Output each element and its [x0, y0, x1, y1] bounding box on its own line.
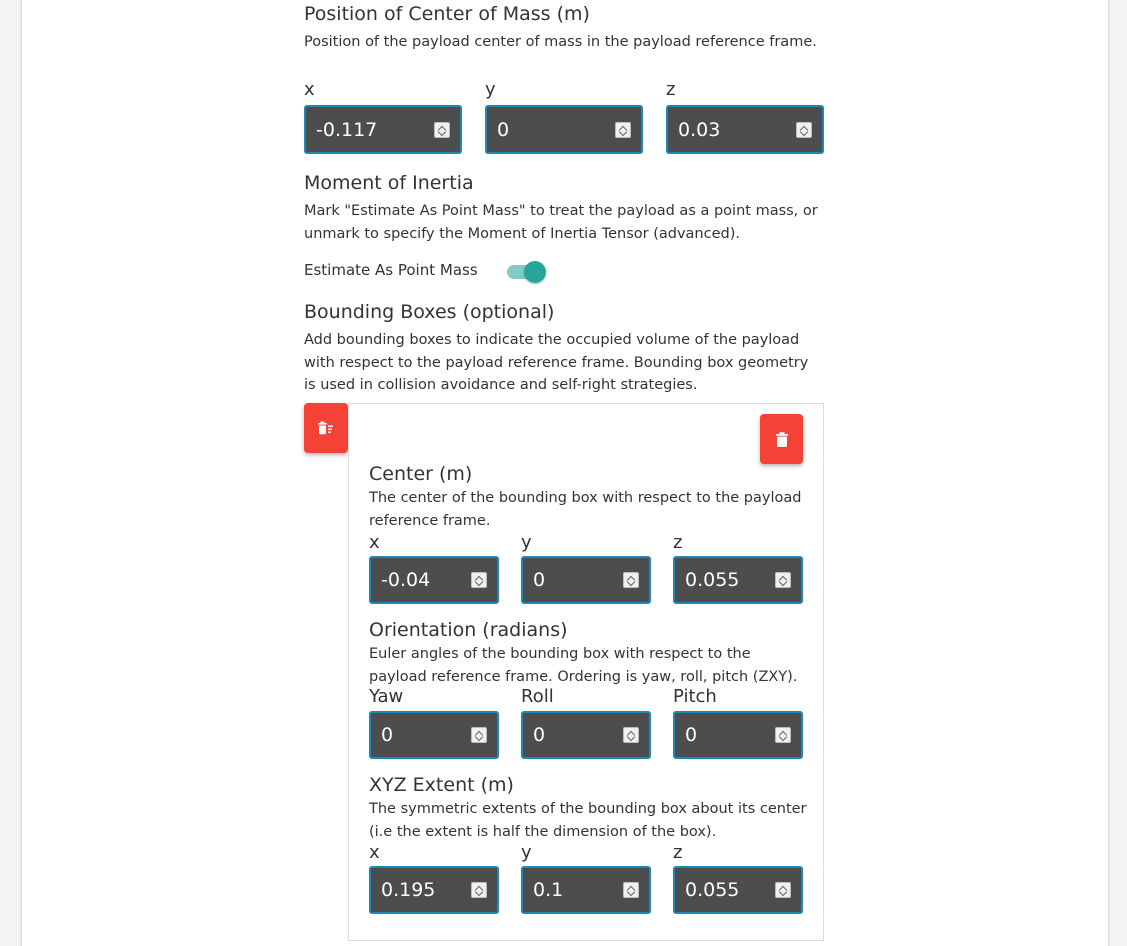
point-mass-toggle-knob[interactable] [524, 261, 546, 283]
spinner-icon[interactable] [775, 882, 791, 898]
com-description: Position of the payload center of mass i… [304, 34, 817, 50]
extent-z-input[interactable]: 0.055 [673, 866, 803, 914]
bounding-boxes-title: Bounding Boxes (optional) [304, 301, 555, 323]
spinner-icon[interactable] [434, 121, 450, 138]
extent-y-input[interactable]: 0.1 [521, 866, 651, 914]
center-x-label: x [369, 532, 380, 553]
extent-description: The symmetric extents of the bounding bo… [369, 801, 807, 840]
center-x-value: -0.04 [381, 569, 431, 591]
com-z-label: z [666, 79, 676, 100]
center-x-input[interactable]: -0.04 [369, 556, 499, 604]
spinner-icon[interactable] [471, 882, 487, 898]
roll-label: Roll [521, 686, 554, 707]
center-z-input[interactable]: 0.055 [673, 556, 803, 604]
extent-z-value: 0.055 [685, 879, 740, 901]
center-z-label: z [673, 532, 683, 553]
spinner-icon[interactable] [471, 572, 487, 588]
spinner-icon[interactable] [471, 727, 487, 743]
point-mass-label: Estimate As Point Mass [304, 261, 478, 279]
extent-title: XYZ Extent (m) [369, 774, 514, 796]
center-description: The center of the bounding box with resp… [369, 490, 802, 529]
spinner-icon[interactable] [623, 882, 639, 898]
spinner-icon[interactable] [775, 727, 791, 743]
com-x-label: x [304, 79, 315, 100]
moi-description: Mark "Estimate As Point Mass" to treat t… [304, 203, 818, 242]
center-title: Center (m) [369, 463, 473, 485]
com-y-value: 0 [497, 118, 510, 141]
bounding-boxes-description: Add bounding boxes to indicate the occup… [304, 332, 809, 393]
com-x-input[interactable]: -0.117 [304, 105, 462, 154]
trash-icon [775, 431, 788, 447]
orientation-title: Orientation (radians) [369, 619, 568, 641]
spinner-icon[interactable] [796, 121, 812, 138]
delete-all-boxes-button[interactable] [304, 403, 348, 453]
pitch-input[interactable]: 0 [673, 711, 803, 759]
center-y-input[interactable]: 0 [521, 556, 651, 604]
pitch-label: Pitch [673, 686, 717, 707]
moi-title: Moment of Inertia [304, 172, 474, 194]
com-z-input[interactable]: 0.03 [666, 105, 824, 154]
center-y-value: 0 [533, 569, 546, 591]
spinner-icon[interactable] [623, 572, 639, 588]
com-y-label: y [485, 79, 496, 100]
com-x-value: -0.117 [316, 118, 378, 141]
center-y-label: y [521, 532, 532, 553]
delete-sweep-icon [318, 421, 333, 435]
center-z-value: 0.055 [685, 569, 740, 591]
spinner-icon[interactable] [623, 727, 639, 743]
spinner-icon[interactable] [775, 572, 791, 588]
extent-y-value: 0.1 [533, 879, 564, 901]
extent-z-label: z [673, 842, 683, 863]
pitch-value: 0 [685, 724, 698, 746]
delete-box-button[interactable] [760, 414, 803, 464]
yaw-input[interactable]: 0 [369, 711, 499, 759]
extent-x-label: x [369, 842, 380, 863]
orientation-description: Euler angles of the bounding box with re… [369, 646, 798, 685]
extent-x-input[interactable]: 0.195 [369, 866, 499, 914]
extent-x-value: 0.195 [381, 879, 436, 901]
com-title: Position of Center of Mass (m) [304, 3, 590, 25]
roll-input[interactable]: 0 [521, 711, 651, 759]
yaw-label: Yaw [369, 686, 404, 707]
yaw-value: 0 [381, 724, 394, 746]
extent-y-label: y [521, 842, 532, 863]
com-y-input[interactable]: 0 [485, 105, 643, 154]
com-z-value: 0.03 [678, 118, 721, 141]
spinner-icon[interactable] [615, 121, 631, 138]
roll-value: 0 [533, 724, 546, 746]
